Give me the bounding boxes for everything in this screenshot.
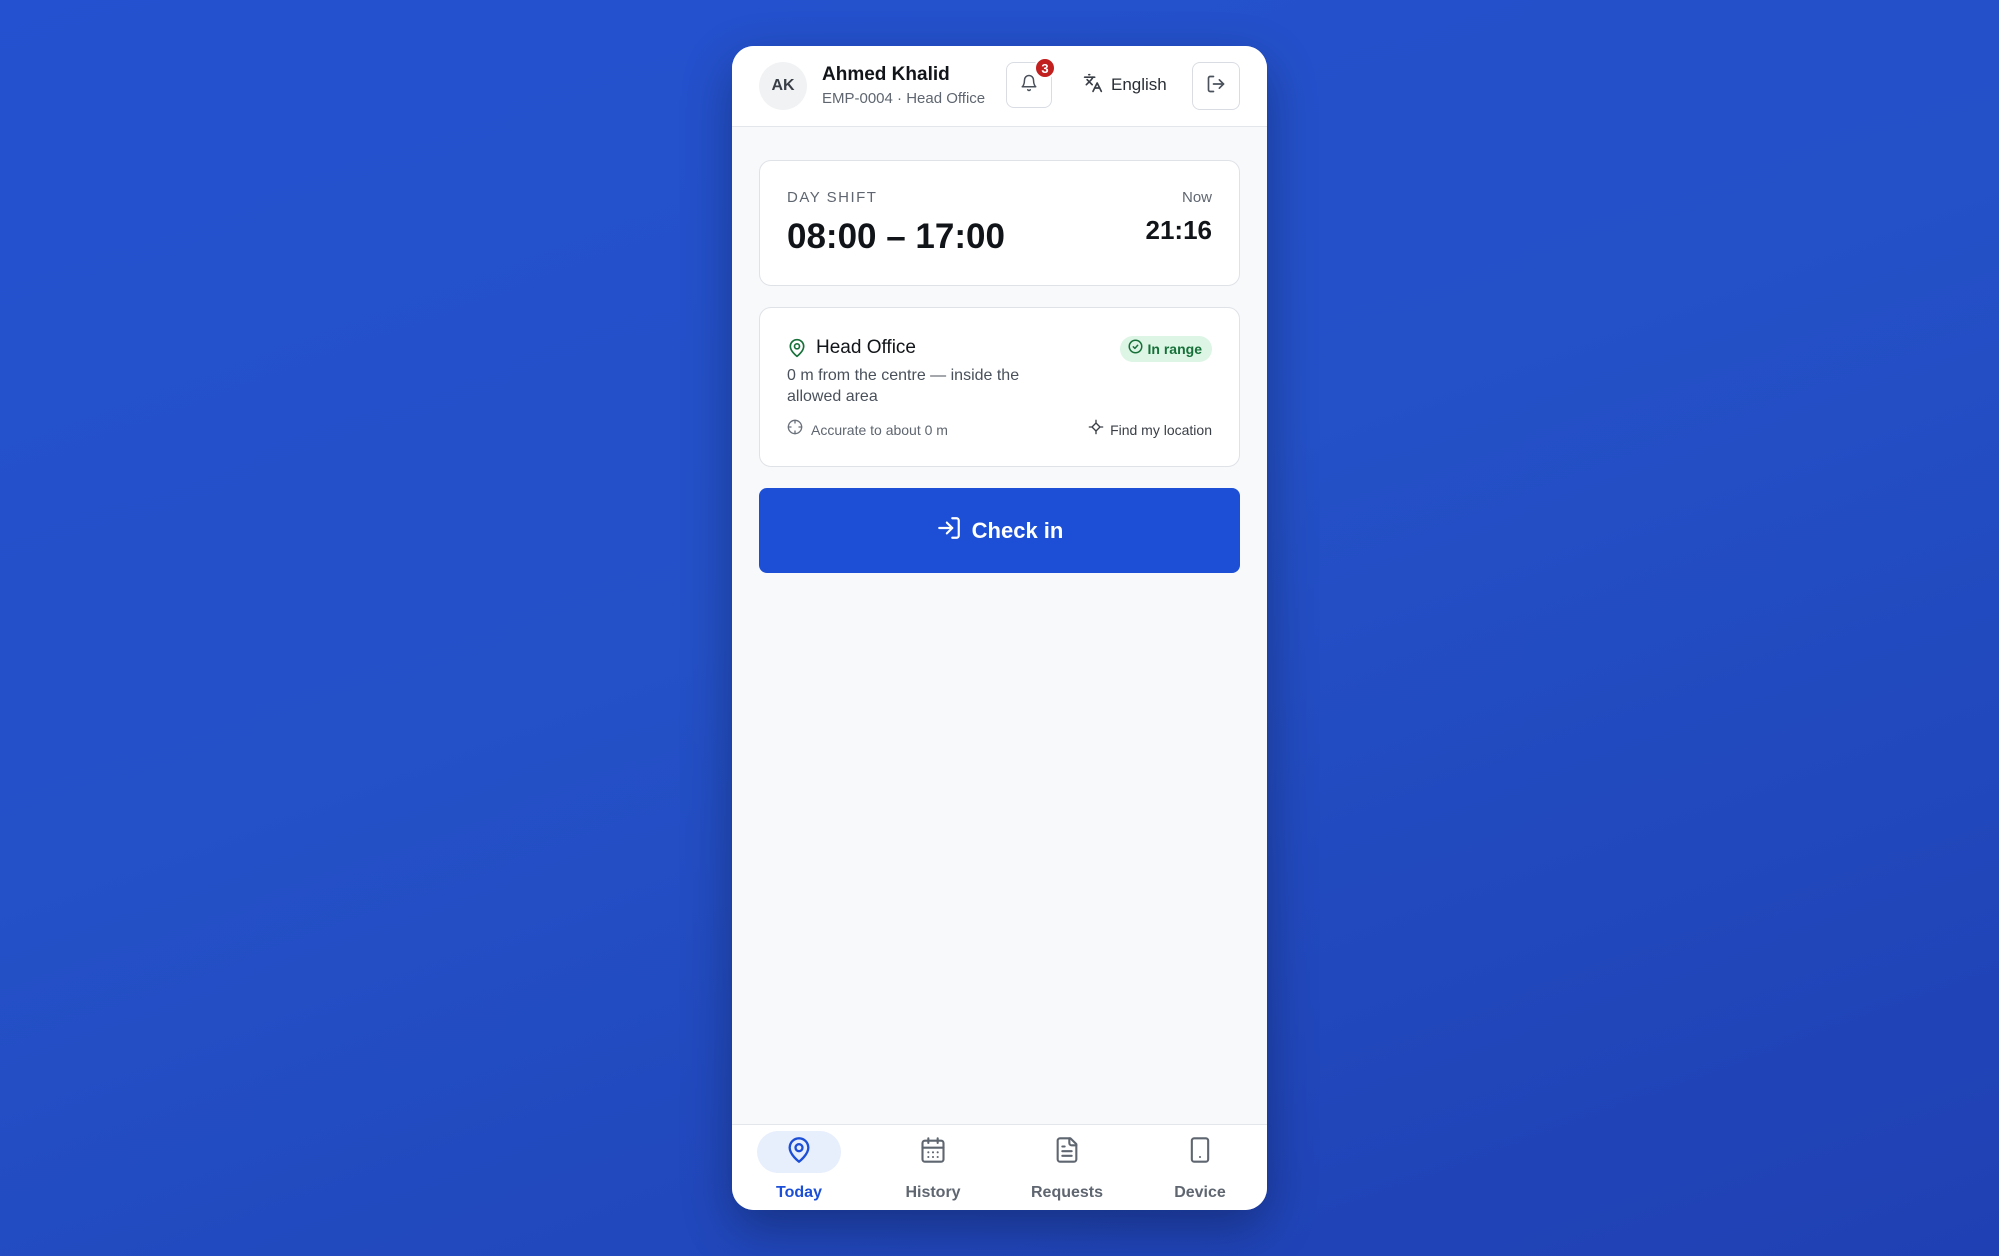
location-card: Head Office In range 0 m from the centre… xyxy=(759,307,1240,467)
tab-history[interactable]: History xyxy=(866,1125,1000,1210)
tab-requests-label: Requests xyxy=(1030,1184,1104,1201)
now-label: Now xyxy=(1181,189,1212,206)
current-time: 21:16 xyxy=(1145,215,1213,245)
location-pin-icon xyxy=(785,1135,813,1170)
tab-history-label: History xyxy=(905,1184,961,1201)
crosshair-icon xyxy=(787,419,803,440)
shift-label: DAY SHIFT xyxy=(787,189,878,206)
accuracy-label: Accurate to about 0 m xyxy=(811,421,948,438)
location-name: Head Office xyxy=(816,337,916,358)
status-badge-label: In range xyxy=(1147,341,1202,357)
accuracy-info: Accurate to about 0 m xyxy=(787,419,948,440)
check-circle-icon xyxy=(1128,339,1143,359)
language-label: English xyxy=(1111,75,1167,94)
location-description: 0 m from the centre — inside the allowed… xyxy=(787,367,1020,405)
location-pin-icon xyxy=(787,337,807,359)
notification-count-badge: 3 xyxy=(1034,57,1056,79)
bell-icon xyxy=(1020,74,1038,97)
language-switcher[interactable]: English xyxy=(1077,62,1173,108)
tab-today[interactable]: Today xyxy=(732,1125,866,1210)
check-in-button[interactable]: Check in xyxy=(759,488,1240,573)
login-icon xyxy=(936,515,962,546)
locate-icon xyxy=(1088,419,1104,440)
status-badge: In range xyxy=(1119,336,1212,362)
check-in-label: Check in xyxy=(971,517,1064,543)
app-window: AK Ahmed Khalid EMP-0004 · Head Office 3 xyxy=(732,46,1267,1210)
find-my-location-label: Find my location xyxy=(1110,421,1212,438)
user-subtitle: EMP-0004 · Head Office xyxy=(822,90,986,107)
tab-device-label: Device xyxy=(1174,1184,1226,1201)
phone-icon xyxy=(1186,1135,1214,1170)
avatar[interactable]: AK xyxy=(759,62,807,110)
user-name: Ahmed Khalid xyxy=(822,64,950,85)
logout-button[interactable] xyxy=(1192,62,1240,110)
shift-card: DAY SHIFT 08:00 – 17:00 Now 21:16 xyxy=(759,160,1240,286)
tab-today-label: Today xyxy=(776,1184,822,1201)
tab-device[interactable]: Device xyxy=(1133,1125,1267,1210)
app-header: AK Ahmed Khalid EMP-0004 · Head Office 3 xyxy=(732,46,1267,127)
shift-hours: 08:00 – 17:00 xyxy=(787,217,1005,256)
bottom-navigation: Today History Requests Device xyxy=(732,1124,1267,1210)
logout-icon xyxy=(1206,74,1226,99)
tab-requests[interactable]: Requests xyxy=(1000,1125,1134,1210)
calendar-icon xyxy=(919,1135,947,1170)
find-my-location-button[interactable]: Find my location xyxy=(1088,419,1212,440)
document-icon xyxy=(1053,1135,1081,1170)
translate-icon xyxy=(1083,73,1103,98)
